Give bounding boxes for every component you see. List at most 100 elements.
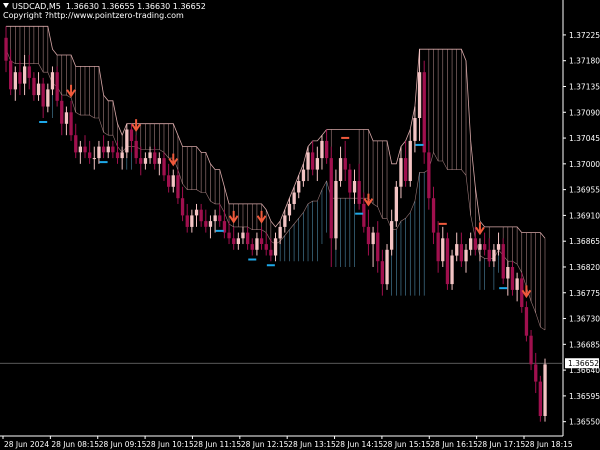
y-tick-label: 1.37090: [569, 108, 600, 117]
candle-body: [9, 60, 13, 90]
candle-body: [185, 215, 189, 227]
candle-body: [97, 146, 101, 159]
candle-body: [334, 181, 338, 239]
candle-body: [180, 198, 185, 216]
candle-body: [459, 244, 463, 262]
y-tick-label: 1.36910: [569, 211, 600, 220]
y-tick-label: 1.36730: [569, 315, 600, 324]
candle-body: [352, 181, 357, 193]
copyright-text: Copyright ?http://www.pointzero-trading.…: [3, 11, 184, 20]
chart-window: 1.37225 1.37180 1.37135 1.37090 1.37045 1.370…: [0, 0, 600, 450]
candle-body: [255, 238, 259, 250]
candle-body: [515, 278, 519, 290]
candle: [445, 232, 450, 290]
y-tick-label: 1.36685: [569, 340, 600, 349]
candle-body: [496, 244, 501, 250]
candle-body: [366, 226, 371, 245]
candle: [55, 66, 59, 107]
candle-body: [487, 249, 491, 262]
candle-body: [143, 158, 148, 164]
candle-body: [227, 232, 231, 239]
candle-body: [269, 249, 273, 256]
candle-body: [236, 238, 240, 244]
candle-body: [399, 158, 403, 187]
candle-body: [320, 140, 324, 159]
candle-body: [469, 238, 473, 250]
candle-body: [325, 140, 329, 159]
current-price-label: 1.36652: [568, 359, 599, 368]
candle-body: [213, 215, 217, 222]
candle-body: [125, 129, 129, 153]
candle-body: [78, 146, 82, 153]
candle-body: [129, 129, 134, 141]
candle-body: [301, 169, 306, 182]
candle-body: [120, 152, 124, 159]
candle-body: [417, 72, 422, 118]
candle-body: [431, 198, 436, 233]
candle-body: [4, 37, 8, 61]
x-tick-label: 28 Jun 13:15: [288, 440, 336, 449]
candle-body: [478, 244, 482, 250]
candle-body: [306, 152, 310, 170]
candle-body: [218, 215, 222, 222]
candle-body: [343, 158, 347, 170]
candle-body: [441, 238, 445, 262]
candle: [450, 249, 454, 290]
y-tick-label: 1.36595: [569, 392, 600, 401]
candle-body: [297, 181, 301, 193]
candle-body: [23, 66, 27, 84]
candle-body: [413, 118, 417, 141]
price-chart[interactable]: 1.37225 1.37180 1.37135 1.37090 1.37045 1.370…: [0, 0, 600, 450]
candle-body: [157, 158, 161, 164]
candle-body: [538, 381, 542, 416]
candle-body: [134, 140, 138, 159]
candle-body: [115, 152, 120, 159]
candle-body: [483, 244, 487, 250]
candle-body: [148, 152, 152, 159]
candle-body: [501, 244, 505, 279]
candle-body: [422, 72, 426, 153]
candle-body: [13, 72, 17, 90]
candle-body: [69, 112, 73, 136]
candle-body: [111, 146, 115, 153]
candle-body: [60, 100, 64, 124]
y-tick-label: 1.37045: [569, 134, 600, 143]
x-tick-label: 28 Jun 11:15: [193, 440, 241, 449]
candle-body: [492, 249, 496, 262]
candle: [385, 244, 389, 290]
chart-header: USDCAD,M5 1.36630 1.36655 1.36630 1.3665…: [3, 2, 206, 20]
candle-body: [287, 203, 292, 216]
candle-body: [311, 152, 315, 170]
candle-body: [74, 135, 78, 153]
candle-body: [380, 261, 384, 285]
y-tick-label: 1.36550: [569, 418, 600, 427]
y-tick-label: 1.36820: [569, 263, 600, 272]
candle: [501, 238, 505, 285]
x-tick-label: 28 Jun 16:15: [430, 440, 478, 449]
candle: [422, 60, 426, 164]
candle-body: [510, 267, 515, 290]
candle-body: [264, 244, 268, 250]
x-tick-label: 28 Jun 08:15: [51, 440, 99, 449]
candle-body: [102, 146, 106, 153]
candle-body: [543, 364, 547, 416]
y-tick-label: 1.36955: [569, 186, 600, 195]
candle-body: [357, 181, 361, 204]
candle-body: [283, 215, 287, 227]
candle: [529, 330, 533, 371]
candle-body: [385, 249, 389, 285]
candle: [524, 301, 529, 342]
y-tick-label: 1.37000: [569, 160, 600, 169]
y-tick-label: 1.36775: [569, 289, 600, 298]
candle-body: [153, 152, 157, 164]
candle-body: [50, 72, 55, 90]
x-tick-label: 28 Jun 18:15: [525, 440, 573, 449]
candle-body: [208, 221, 213, 227]
candle-body: [171, 175, 175, 187]
dropdown-triangle-icon[interactable]: [3, 3, 9, 8]
candle-body: [167, 175, 171, 187]
candle-body: [46, 89, 50, 107]
candle-body: [41, 83, 45, 107]
current-price-tag: 1.36652: [565, 358, 599, 369]
y-tick-label: 1.36865: [569, 237, 600, 246]
